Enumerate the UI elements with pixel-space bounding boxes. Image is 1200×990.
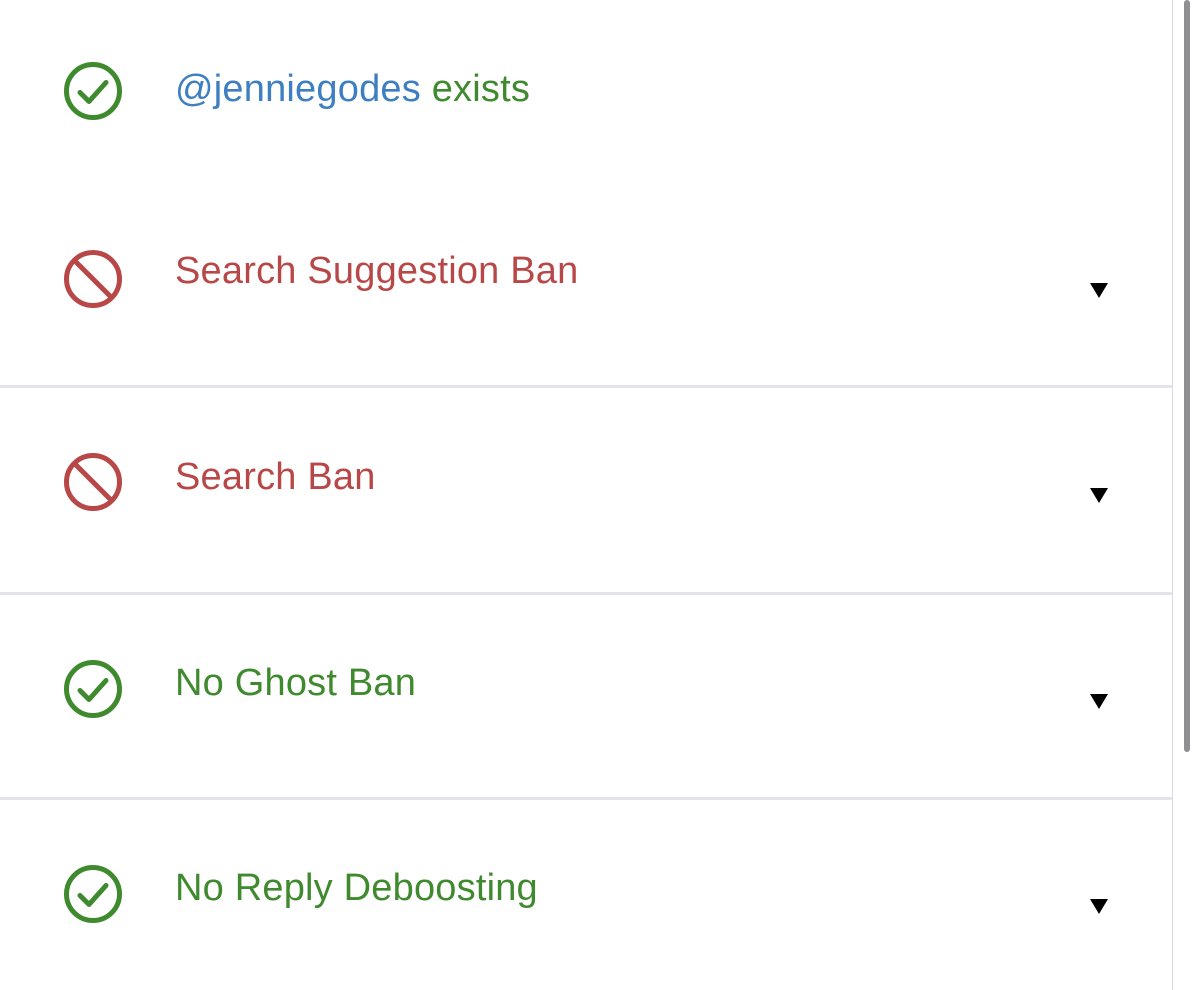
check-label: No Reply Deboosting — [175, 867, 538, 909]
account-exists-row: @jenniegodes exists — [0, 0, 1172, 180]
scrollbar-thumb[interactable] — [1184, 0, 1190, 752]
prohibited-icon — [62, 451, 124, 513]
expand-triangle-icon[interactable] — [1088, 895, 1110, 917]
exists-text: exists — [420, 68, 531, 110]
panel-right-border — [1172, 0, 1173, 990]
check-label: No Ghost Ban — [175, 662, 417, 704]
check-label: Search Ban — [175, 456, 376, 498]
check-row-ghost-ban[interactable]: No Ghost Ban — [0, 595, 1172, 797]
prohibited-icon — [62, 248, 124, 310]
check-label: Search Suggestion Ban — [175, 250, 579, 292]
check-circle-icon — [62, 863, 124, 925]
expand-triangle-icon[interactable] — [1088, 484, 1110, 506]
check-row-search-ban[interactable]: Search Ban — [0, 388, 1172, 592]
check-row-reply-deboosting[interactable]: No Reply Deboosting — [0, 800, 1172, 990]
shadowban-results-panel: @jenniegodes exists Search Suggestion Ba… — [0, 0, 1200, 990]
check-circle-icon — [62, 658, 124, 720]
check-row-search-suggestion-ban[interactable]: Search Suggestion Ban — [0, 180, 1172, 385]
check-circle-icon — [62, 60, 124, 122]
expand-triangle-icon[interactable] — [1088, 279, 1110, 301]
expand-triangle-icon[interactable] — [1088, 690, 1110, 712]
account-exists-label: @jenniegodes exists — [175, 66, 530, 112]
account-handle[interactable]: @jenniegodes — [175, 68, 421, 110]
